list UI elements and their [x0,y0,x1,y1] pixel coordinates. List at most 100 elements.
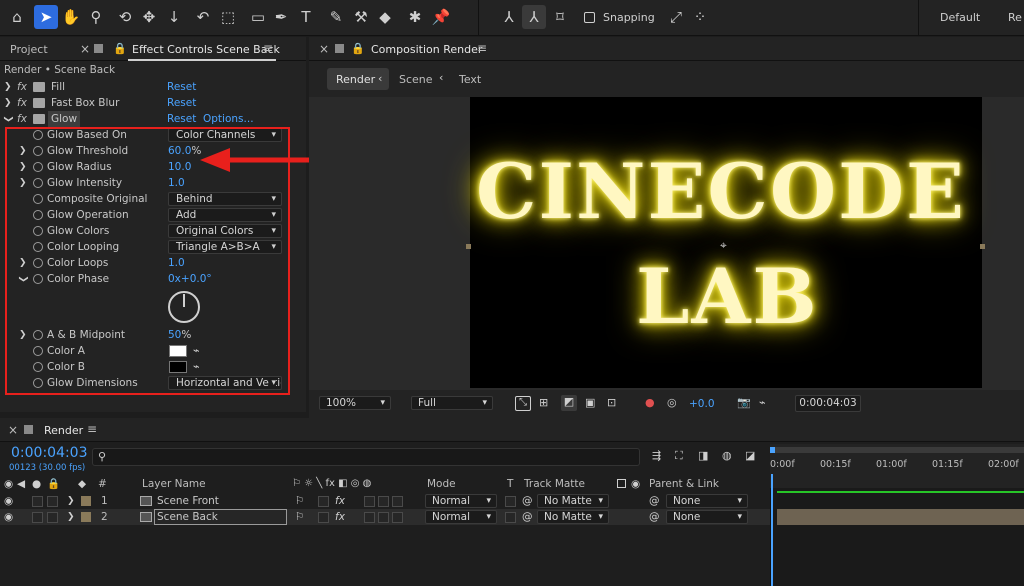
axis-local-icon[interactable]: ⅄ [497,5,521,29]
fx-icon[interactable]: fx [17,111,27,127]
mode-dropdown[interactable]: Normal ▾ [425,494,497,508]
lock-icon[interactable]: 🔒 [47,476,60,492]
chevron-down-icon[interactable]: ❯ [0,115,16,123]
switch-box[interactable] [318,512,329,523]
solo-toggle[interactable] [32,496,43,507]
shy-switch-icon[interactable]: ⚐ [295,509,304,525]
clone-stamp-icon[interactable]: ⚒ [349,5,373,29]
zoom-dropdown[interactable]: 100% ▾ [319,396,391,410]
fx-icon[interactable]: fx [17,79,27,95]
draft-3d-icon[interactable]: ⛶ [675,449,683,463]
hamburger-menu-icon[interactable]: ≡ [263,41,273,55]
eraser-icon[interactable]: ◆ [373,5,397,29]
mode-dropdown[interactable]: Normal ▾ [425,510,497,524]
close-icon[interactable]: × [8,423,18,437]
shy-layers-icon[interactable]: ◨ [698,449,708,462]
resolution-dropdown[interactable]: Full ▾ [411,396,493,410]
playhead-line[interactable] [771,474,773,586]
hand-tool-icon[interactable]: ✋ [59,5,83,29]
panel-menu-icon[interactable] [24,425,33,434]
anchor-point-icon[interactable]: ⌖ [720,238,727,253]
snap-points-icon[interactable]: ⁘ [688,5,712,29]
tab-composition[interactable]: Composition Render [371,43,482,56]
playhead-handle[interactable] [770,447,775,453]
matte-toggle-icon[interactable] [617,479,626,488]
preserve-transparency-toggle[interactable] [505,496,516,507]
parent-pickwhip-icon[interactable]: @ [649,493,660,509]
move-down-icon[interactable]: ↓ [162,5,186,29]
fast-preview-icon[interactable]: ⤡ [515,396,531,411]
guides-icon[interactable]: ⊡ [607,396,616,409]
fx-switch-icon[interactable]: fx [335,493,345,509]
pen-tool-icon[interactable]: ✒ [269,5,293,29]
panel-menu-icon[interactable] [335,44,344,53]
layer-row-selected[interactable]: ◉ ❯ 2 Scene Back ⚐ fx Normal ▾ @ No Matte… [0,509,770,525]
audio-icon[interactable]: ◀ [17,476,25,492]
current-time-display[interactable]: 0:00:04:03 [795,395,861,412]
switch-box[interactable] [364,512,375,523]
channels-icon[interactable]: ● [645,396,655,409]
hamburger-menu-icon[interactable]: ≡ [87,422,97,436]
eye-icon[interactable]: ◉ [4,493,13,509]
shy-switch-icon[interactable]: ⚐ [295,493,304,509]
zoom-tool-icon[interactable]: ⚲ [84,5,108,29]
tab-project[interactable]: Project [10,43,48,56]
workspace-default[interactable]: Default [940,11,980,24]
track-matte-dropdown[interactable]: No Matte ▾ [537,494,609,508]
panel-menu-icon[interactable] [94,44,103,53]
text-tool-icon[interactable]: T [294,5,318,29]
axis-world-icon[interactable]: ⅄ [522,5,546,29]
selection-tool-icon[interactable]: ➤ [34,5,58,29]
layer-handle[interactable] [980,244,985,249]
snapping-checkbox[interactable] [584,12,595,23]
chevron-right-icon[interactable]: ❯ [67,509,75,525]
rectangle-tool-icon[interactable]: ▭ [246,5,270,29]
close-icon[interactable]: × [80,42,90,56]
layer-handle[interactable] [466,244,471,249]
lock-toggle[interactable] [47,496,58,507]
comp-flowchart-icon[interactable]: ⇶ [652,449,661,462]
layer-label-color[interactable] [81,512,91,522]
parent-link-icon[interactable]: ◉ [631,476,640,492]
layer-row[interactable]: ◉ ❯ 1 Scene Front ⚐ fx Normal ▾ @ No Matt… [0,493,770,509]
tab-effect-controls[interactable]: Effect Controls Scene Back [132,43,280,56]
timeline-timecode[interactable]: 0:00:04:03 [11,445,88,461]
home-icon[interactable]: ⌂ [5,5,29,29]
solo-icon[interactable]: ● [32,476,41,492]
matte-pickwhip-icon[interactable]: @ [522,509,533,525]
snap-edges-icon[interactable]: ⤢ [664,5,688,29]
graph-editor-icon[interactable]: ◪ [745,449,755,462]
brush-tool-icon[interactable]: ✎ [324,5,348,29]
chevron-right-icon[interactable]: ❯ [4,95,12,111]
breadcrumb-render[interactable]: Render ‹ [327,68,389,90]
workspace-next[interactable]: Re [1008,11,1022,24]
preserve-transparency-toggle[interactable] [505,512,516,523]
layer-name[interactable]: Scene Back [157,509,218,525]
switch-box[interactable] [318,496,329,507]
anchor-point-tool-icon[interactable]: ✥ [137,5,161,29]
solo-toggle[interactable] [32,512,43,523]
reset-link[interactable]: Reset [167,111,196,127]
effect-fast-box-blur[interactable]: ❯ fx Fast Box Blur Reset [0,95,290,111]
layer-bar-tan[interactable] [777,509,1024,525]
close-icon[interactable]: × [319,42,329,56]
chevron-right-icon[interactable]: ❯ [67,493,75,509]
layer-label-color[interactable] [81,496,91,506]
lock-toggle[interactable] [47,512,58,523]
effect-glow[interactable]: ❯ fx Glow Reset Options... [0,111,290,127]
switch-box[interactable] [392,512,403,523]
parent-pickwhip-icon[interactable]: @ [649,509,660,525]
lock-icon[interactable]: 🔒 [351,42,365,55]
switch-box[interactable] [378,496,389,507]
color-management-icon[interactable]: ◎ [667,396,677,409]
switch-box[interactable] [364,496,375,507]
track-matte-dropdown[interactable]: No Matte ▾ [537,510,609,524]
time-ruler[interactable]: 0:00f 00:15f 01:00f 01:15f 02:00f [770,444,1024,488]
layer-bar-green[interactable] [777,491,1024,493]
transparency-grid-icon[interactable]: ⊞ [539,396,548,409]
exposure-value[interactable]: +0.0 [689,398,715,410]
hamburger-menu-icon[interactable]: ≡ [477,41,487,55]
mask-visibility-icon[interactable]: ◩ [561,395,577,411]
matte-pickwhip-icon[interactable]: @ [522,493,533,509]
label-icon[interactable]: ◆ [78,476,86,492]
